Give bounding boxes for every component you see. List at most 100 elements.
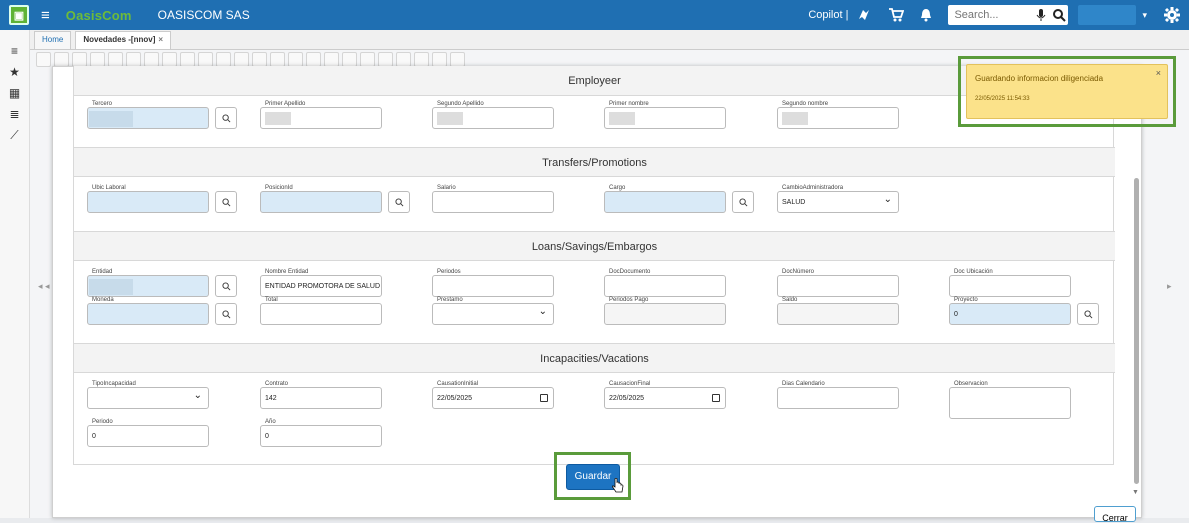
segundo-nombre-input[interactable]	[777, 107, 899, 129]
nav-left-arrow-icon[interactable]: ◂ ◂	[38, 281, 50, 292]
total-input[interactable]	[260, 303, 382, 325]
cambio-administradora-select[interactable]: SALUD	[777, 191, 899, 213]
nav-right-arrow-icon[interactable]: ▸	[1167, 281, 1172, 292]
tab-bar: Home Novedades -[nnov] ×	[30, 30, 1189, 50]
observacion-textarea[interactable]	[949, 387, 1071, 419]
search-icon	[221, 309, 230, 318]
ubic-laboral-search-button[interactable]	[215, 191, 237, 213]
periodos-label: Periodos	[436, 269, 462, 275]
causacion-final-label: CausacionFinal	[608, 381, 652, 387]
posicion-id-search-button[interactable]	[388, 191, 410, 213]
primer-nombre-input[interactable]	[604, 107, 726, 129]
posicion-id-input[interactable]	[260, 191, 382, 213]
saldo-input[interactable]	[777, 303, 899, 325]
list-icon[interactable]: ≣	[8, 108, 22, 120]
entidad-search-button[interactable]	[215, 275, 237, 297]
copilot-icon[interactable]	[856, 7, 872, 23]
favorites-star-icon[interactable]: ★	[8, 66, 22, 78]
field-doc-ubicacion: Doc Ubicación	[949, 269, 1071, 297]
search-icon	[394, 197, 403, 206]
primer-apellido-input[interactable]	[260, 107, 382, 129]
cargo-input[interactable]	[604, 191, 726, 213]
periodo-input[interactable]: 0	[87, 425, 209, 447]
calendar-icon[interactable]: ▦	[8, 87, 22, 99]
calendar-icon[interactable]	[712, 394, 720, 402]
field-moneda: Moneda	[87, 297, 237, 325]
menu-list-icon[interactable]: ≡	[8, 45, 22, 57]
moneda-input[interactable]	[87, 303, 209, 325]
search-icon	[221, 197, 230, 206]
doc-numero-input[interactable]	[777, 275, 899, 297]
entidad-label: Entidad	[91, 269, 114, 275]
field-periodos-pago: Periodos Pago	[604, 297, 726, 325]
salario-input[interactable]	[432, 191, 554, 213]
tab-close-icon[interactable]: ×	[158, 35, 163, 44]
primer-apellido-label: Primer Apellido	[264, 101, 307, 107]
search-input[interactable]	[954, 9, 1035, 21]
doc-documento-label: DocDocumento	[608, 269, 652, 275]
left-sidebar: ≡ ★ ▦ ≣ ⟋	[0, 30, 30, 518]
causation-initial-date-input[interactable]: 22/05/2025	[432, 387, 554, 409]
copilot-label[interactable]: Copilot |	[808, 9, 848, 21]
proyecto-search-button[interactable]	[1077, 303, 1099, 325]
cerrar-button[interactable]: Cerrar	[1094, 506, 1136, 523]
scrollbar-thumb[interactable]	[1134, 178, 1139, 484]
gear-icon[interactable]	[1163, 6, 1181, 24]
field-anio: 0 Año	[260, 419, 382, 447]
causation-initial-label: CausationInitial	[436, 381, 480, 387]
field-causacion-final: 22/05/2025 CausacionFinal	[604, 381, 726, 409]
tab-novedades[interactable]: Novedades -[nnov] ×	[75, 31, 172, 49]
entidad-input[interactable]	[87, 275, 209, 297]
modal-scrollbar[interactable]: ▼	[1131, 66, 1141, 496]
prestamo-select[interactable]	[432, 303, 554, 325]
segundo-nombre-label: Segundo nombre	[781, 101, 830, 107]
nombre-entidad-input[interactable]: ENTIDAD PROMOTORA DE SALUD SANITAS S	[260, 275, 382, 297]
field-segundo-nombre: Segundo nombre	[777, 101, 899, 129]
field-prestamo: Prestamo	[432, 297, 554, 325]
tipo-incapacidad-select[interactable]	[87, 387, 209, 409]
section-loans-header: Loans/Savings/Embargos	[74, 231, 1115, 261]
menu-icon[interactable]: ≡	[41, 7, 50, 24]
tercero-search-button[interactable]	[215, 107, 237, 129]
contrato-input[interactable]: 142	[260, 387, 382, 409]
microphone-icon[interactable]	[1036, 8, 1046, 22]
segundo-apellido-input[interactable]	[432, 107, 554, 129]
doc-documento-input[interactable]	[604, 275, 726, 297]
tipo-incapacidad-label: TipoIncapacidad	[91, 381, 137, 387]
chart-icon[interactable]: ⟋	[8, 129, 22, 141]
cargo-search-button[interactable]	[732, 191, 754, 213]
chevron-down-icon[interactable]: ▾	[1142, 10, 1147, 21]
field-salario: Salario	[432, 185, 554, 213]
field-periodo: 0 Periodo	[87, 419, 209, 447]
moneda-search-button[interactable]	[215, 303, 237, 325]
cart-icon[interactable]	[888, 7, 905, 23]
bell-icon[interactable]	[918, 7, 934, 23]
close-icon[interactable]: ×	[1156, 68, 1161, 78]
search-box[interactable]	[948, 5, 1069, 25]
primer-nombre-label: Primer nombre	[608, 101, 650, 107]
search-icon	[221, 113, 230, 122]
field-primer-apellido: Primer Apellido	[260, 101, 382, 129]
dias-calendario-input[interactable]	[777, 387, 899, 409]
app-logo-icon[interactable]: ▣	[9, 5, 29, 25]
doc-ubicacion-input[interactable]	[949, 275, 1071, 297]
tab-home-label: Home	[42, 35, 64, 44]
posicion-id-label: PosicionId	[264, 185, 294, 191]
search-icon[interactable]	[1052, 8, 1067, 22]
user-menu[interactable]	[1078, 5, 1137, 25]
periodos-pago-input[interactable]	[604, 303, 726, 325]
field-tipo-incapacidad: TipoIncapacidad	[87, 381, 209, 409]
tab-home[interactable]: Home	[34, 31, 72, 49]
field-proyecto: 0 Proyecto	[949, 297, 1099, 325]
causacion-final-date-input[interactable]: 22/05/2025	[604, 387, 726, 409]
tercero-input[interactable]	[87, 107, 209, 129]
ubic-laboral-input[interactable]	[87, 191, 209, 213]
proyecto-input[interactable]: 0	[949, 303, 1071, 325]
scroll-down-arrow-icon[interactable]: ▼	[1132, 489, 1139, 496]
anio-input[interactable]: 0	[260, 425, 382, 447]
company-name: OASISCOM SAS	[157, 8, 250, 22]
moneda-label: Moneda	[91, 297, 115, 303]
field-dias-calendario: Dias Calendario	[777, 381, 899, 409]
periodos-input[interactable]	[432, 275, 554, 297]
calendar-icon[interactable]	[540, 394, 548, 402]
